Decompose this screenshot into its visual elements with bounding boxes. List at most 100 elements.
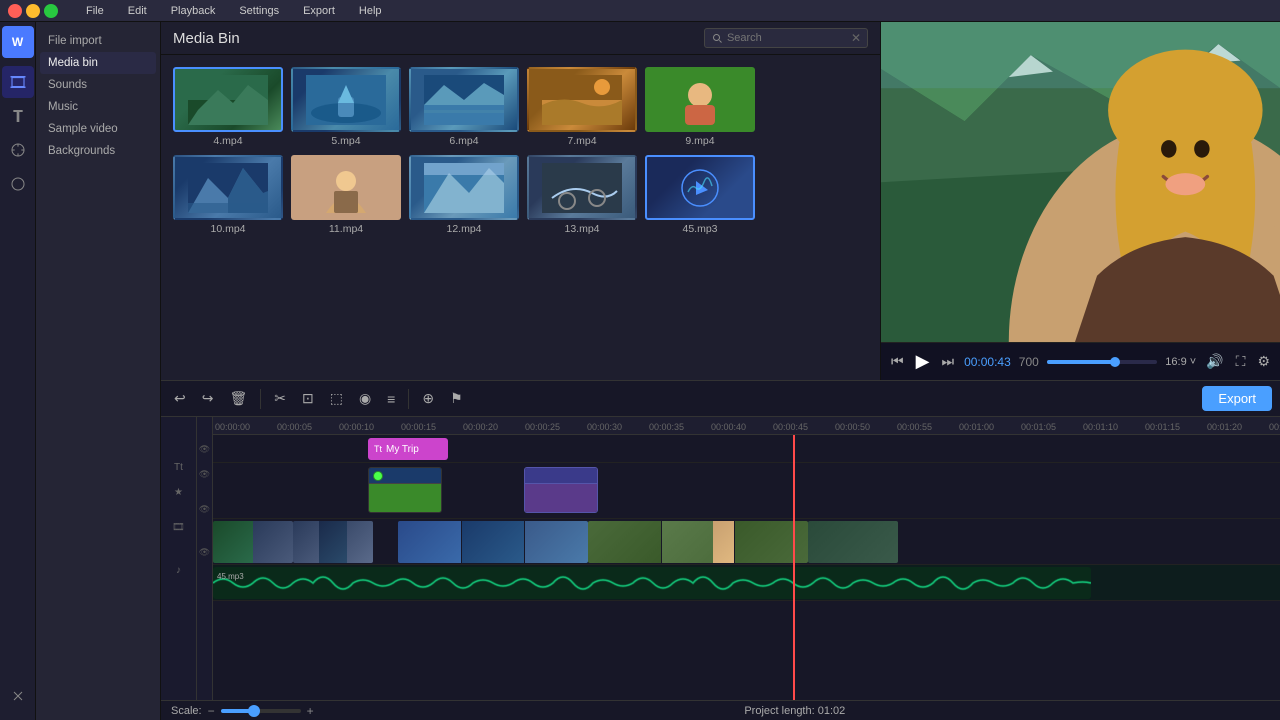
ruler-mark-30: 00:00:30 — [585, 422, 647, 432]
scale-slider[interactable] — [221, 709, 301, 713]
nav-backgrounds[interactable]: Backgrounds — [40, 140, 156, 162]
scale-label: Scale: — [171, 705, 202, 717]
fx-track-label: ★ — [161, 481, 196, 503]
title-track-label: Tt — [161, 453, 196, 481]
thumb-label-5mp4: 5.mp4 — [331, 135, 360, 147]
video-clip-3[interactable] — [398, 521, 588, 563]
svg-text:45.mp3: 45.mp3 — [217, 572, 244, 581]
redo-button[interactable]: ↪ — [197, 387, 219, 410]
thumb-bike-img — [542, 163, 622, 213]
menu-file[interactable]: File — [82, 3, 108, 19]
project-length: Project length: 01:02 — [320, 705, 1270, 717]
video-clip-4[interactable] — [588, 521, 808, 563]
split-button[interactable]: ◉ — [354, 387, 376, 410]
preview-video — [881, 22, 1280, 342]
playhead[interactable] — [793, 435, 795, 700]
ruler-mark-10: 00:00:10 — [337, 422, 399, 432]
nav-media-bin[interactable]: Media bin — [40, 52, 156, 74]
step-back-button[interactable]: ⏮ — [889, 351, 906, 372]
media-thumb-13mp4[interactable]: 13.mp4 — [527, 155, 637, 235]
ruler-mark-20: 00:00:20 — [461, 422, 523, 432]
cut-button[interactable]: ✂ — [269, 387, 291, 410]
media-bin-sidebar-icon[interactable] — [2, 66, 34, 98]
title-clip[interactable]: Tt My Trip — [368, 438, 448, 460]
timeline-ruler[interactable]: 00:00:00 00:00:05 00:00:10 00:00:15 00:0… — [213, 417, 1280, 435]
ruler-mark-105: 00:01:05 — [1019, 422, 1081, 432]
settings-button[interactable]: ⚙ — [1255, 351, 1272, 372]
ruler-mark-125: 00:01:25 — [1267, 422, 1280, 432]
media-thumb-12mp4[interactable]: 12.mp4 — [409, 155, 519, 235]
ruler-mark-55: 00:00:55 — [895, 422, 957, 432]
progress-bar[interactable] — [1047, 360, 1157, 364]
fullscreen-button[interactable]: ⛶ — [1234, 351, 1248, 372]
text-sidebar-icon[interactable] — [2, 100, 34, 132]
ruler-mark-115: 00:01:15 — [1143, 422, 1205, 432]
aspect-ratio: 16:9 ˅ — [1165, 356, 1196, 368]
audio-waveform[interactable]: 45.mp3 — [213, 567, 1091, 599]
media-thumb-4mp4[interactable]: 4.mp4 — [173, 67, 283, 147]
video-track — [213, 519, 1280, 565]
overlay-clip-1[interactable] — [368, 467, 442, 513]
search-input[interactable] — [727, 32, 847, 44]
media-thumb-5mp4[interactable]: 5.mp4 — [291, 67, 401, 147]
menu-export[interactable]: Export — [299, 3, 339, 19]
nav-sounds[interactable]: Sounds — [40, 74, 156, 96]
color-sidebar-icon[interactable] — [2, 168, 34, 200]
media-thumb-7mp4[interactable]: 7.mp4 — [527, 67, 637, 147]
eye-title-icon: 👁 — [197, 435, 212, 463]
menu-settings[interactable]: Settings — [235, 3, 283, 19]
video-clip-5[interactable] — [808, 521, 898, 563]
media-bin-panel: Media Bin ✕ — [161, 22, 881, 380]
media-thumb-11mp4[interactable]: 11.mp4 — [291, 155, 401, 235]
ruler-mark-110: 00:01:10 — [1081, 422, 1143, 432]
media-thumb-45mp3[interactable]: 45.mp3 — [645, 155, 755, 235]
audio-track-label: ♪ — [161, 551, 196, 589]
frame-count: 700 — [1019, 355, 1039, 369]
flag-button[interactable]: ⚑ — [445, 387, 468, 410]
scale-minus[interactable]: − — [208, 704, 215, 718]
tools-sidebar-icon[interactable] — [2, 680, 34, 712]
align-button[interactable]: ≡ — [382, 388, 400, 410]
thumb-label-4mp4: 4.mp4 — [213, 135, 242, 147]
thumb-label-10mp4: 10.mp4 — [210, 223, 245, 235]
play-button[interactable]: ▶ — [914, 349, 932, 374]
ruler-mark-25: 00:00:25 — [523, 422, 585, 432]
menu-playback[interactable]: Playback — [167, 3, 220, 19]
search-clear-icon[interactable]: ✕ — [851, 31, 861, 45]
export-button[interactable]: Export — [1202, 386, 1272, 411]
menu-edit[interactable]: Edit — [124, 3, 151, 19]
timeline-toolbar: ↩ ↪ 🗑 ✂ ⊡ ⬚ ◉ ≡ ⊕ ⚑ Export — [161, 381, 1280, 417]
undo-button[interactable]: ↩ — [169, 387, 191, 410]
search-box[interactable]: ✕ — [704, 28, 868, 48]
nav-file-import[interactable]: File import — [40, 30, 156, 52]
ruler-mark-45: 00:00:45 — [771, 422, 833, 432]
step-forward-button[interactable]: ⏭ — [939, 351, 956, 372]
media-thumb-9mp4[interactable]: 9.mp4 — [645, 67, 755, 147]
audio-icon — [680, 168, 720, 208]
volume-button[interactable]: 🔊 — [1204, 351, 1225, 372]
toolbar-separator-2 — [408, 389, 409, 409]
thumb-mountain2-img — [188, 163, 268, 213]
nav-music[interactable]: Music — [40, 96, 156, 118]
ruler-mark-5: 00:00:05 — [275, 422, 337, 432]
menu-help[interactable]: Help — [355, 3, 386, 19]
media-thumb-10mp4[interactable]: 10.mp4 — [173, 155, 283, 235]
ruler-mark-40: 00:00:40 — [709, 422, 771, 432]
add-button[interactable]: ⊕ — [417, 387, 439, 410]
overlay-clip-2[interactable] — [524, 467, 598, 513]
copy-button[interactable]: ⊡ — [297, 387, 319, 410]
title-track: Tt My Trip — [213, 435, 1280, 463]
ruler-mark-100: 00:01:00 — [957, 422, 1019, 432]
audio-track: 45.mp3 — [213, 565, 1280, 601]
video-clip-2[interactable] — [293, 521, 373, 563]
toolbar-separator-1 — [260, 389, 261, 409]
delete-button[interactable]: 🗑 — [224, 387, 252, 410]
thumb-label-13mp4: 13.mp4 — [564, 223, 599, 235]
video-clip-1[interactable] — [213, 521, 293, 563]
effects-sidebar-icon[interactable] — [2, 134, 34, 166]
thumb-person-img — [306, 163, 386, 213]
media-thumb-6mp4[interactable]: 6.mp4 — [409, 67, 519, 147]
scale-plus[interactable]: + — [307, 704, 314, 718]
trim-button[interactable]: ⬚ — [325, 387, 348, 410]
nav-sample-video[interactable]: Sample video — [40, 118, 156, 140]
